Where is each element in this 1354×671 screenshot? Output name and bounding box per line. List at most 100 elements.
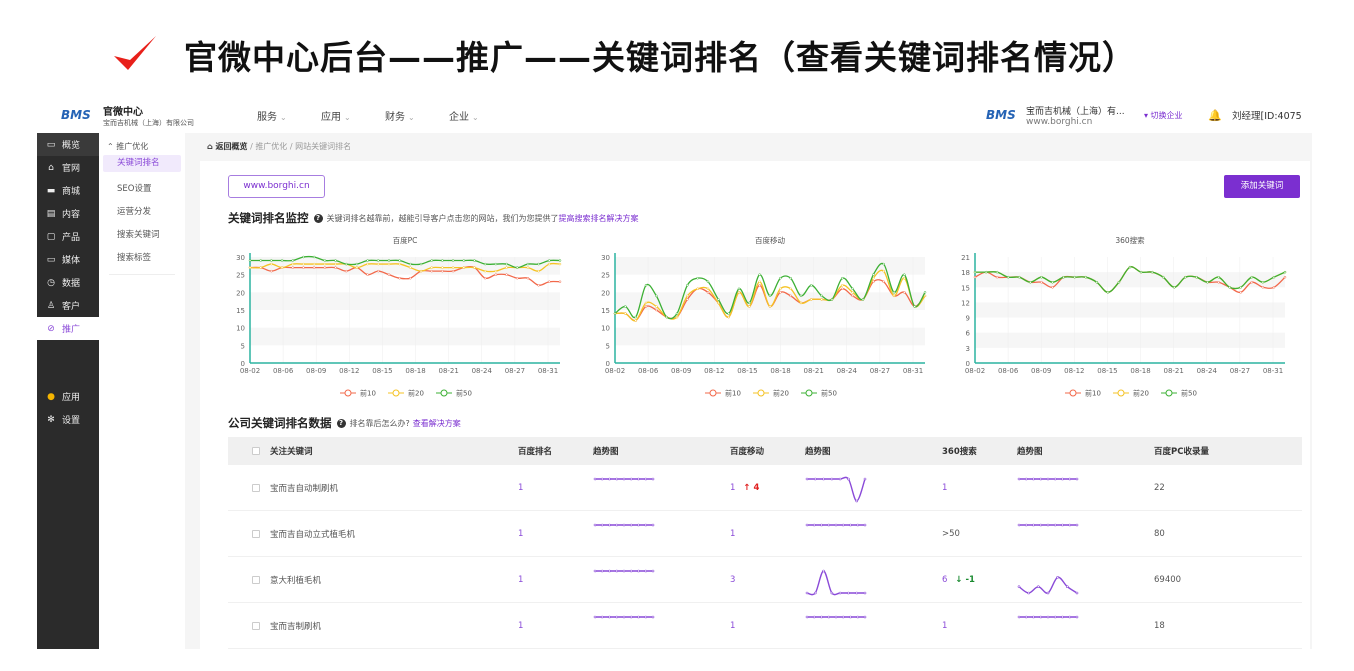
x-tick-label: 08-12 [1064,367,1084,375]
x-tick-label: 08-31 [903,367,923,375]
sidebar-item-overview[interactable]: ▭ 概览 [37,133,99,156]
keyword-cell: 宝而吉制刷机 [228,620,518,632]
nav-enterprise[interactable]: 企业 ⌄ [449,108,513,123]
help-icon[interactable]: ? [313,213,323,223]
sidebar-item-website[interactable]: ⌂ 官网 [37,156,99,179]
x-tick-label: 08-06 [998,367,1019,375]
breadcrumb-home[interactable]: ⌂ 返回概览 [207,142,248,151]
data-point [655,305,658,308]
view-solution-link[interactable]: 查看解决方案 [413,418,461,429]
data-point [483,276,487,280]
data-point [1018,275,1021,279]
data-point [1051,280,1054,284]
x-tick-label: 08-21 [803,367,823,375]
data-point [248,259,252,262]
row-checkbox[interactable] [252,529,260,538]
nav-apps[interactable]: 应用 ⌄ [321,108,385,123]
x-tick-label: 08-09 [671,367,691,375]
x-tick-label: 08-02 [240,367,260,375]
data-point [462,266,466,269]
bms-logo[interactable]: BMS [61,108,101,122]
mobile-trend [805,517,942,551]
data-point [841,284,844,287]
promotion-icon: ⊘ [47,323,55,334]
y-tick-label: 15 [961,284,970,292]
y-tick-label: 30 [601,254,610,262]
data-point [1261,280,1265,284]
sidebar-item-settings[interactable]: ✻ 设置 [37,408,99,431]
data-point [1128,265,1132,269]
sidebar-item-promotion[interactable]: ⊘ 推广 [37,317,99,340]
row-checkbox[interactable] [252,575,260,584]
top-nav: 服务 ⌄ 应用 ⌄ 财务 ⌄ 企业 ⌄ [257,108,513,123]
sidebar-item-media[interactable]: ▭ 媒体 [37,248,99,271]
y-tick-label: 30 [236,254,245,262]
data-point [291,262,295,266]
y-tick-label: 5 [241,342,245,350]
bell-icon[interactable]: 🔔 [1208,109,1232,122]
data-point [270,259,273,262]
improve-ranking-link[interactable]: 提高搜索排名解决方案 [559,213,639,224]
nav-service[interactable]: 服务 ⌄ [257,108,321,123]
breadcrumb-promotion[interactable]: 推广优化 [255,142,287,151]
subnav-search-tags[interactable]: 搜索标签 [99,247,185,270]
data-point [1239,286,1242,289]
data-point [312,262,316,266]
data-point [387,262,391,266]
x-tick-label: 08-15 [1097,367,1117,375]
sidebar-item-customer[interactable]: ♙ 客户 [37,294,99,317]
row-checkbox[interactable] [252,483,260,492]
data-point [841,287,844,291]
data-point [483,262,487,266]
y-tick-label: 9 [966,315,970,323]
y-tick-label: 15 [601,307,610,315]
data-point [366,262,369,266]
subnav-distribution[interactable]: 运营分发 [99,201,185,224]
baidu-trend [593,517,730,551]
x-tick-label: 08-24 [837,367,858,375]
data-point [451,266,455,269]
subnav-keyword-ranking[interactable]: 关键词排名 [103,155,181,172]
data-point [1283,270,1287,274]
settings-icon: ✻ [47,414,55,425]
data-point [473,266,476,269]
site-selector-button[interactable]: www.borghi.cn [228,175,325,198]
subnav-search-keywords[interactable]: 搜索关键词 [99,224,185,247]
brand-subtitle: 宝而吉机械（上海）有限公司 [103,118,194,127]
subnav-seo-settings[interactable]: SEO设置 [99,178,185,201]
sidebar-item-shop[interactable]: ▬ 商城 [37,179,99,202]
data-point [1051,286,1054,289]
x-tick-label: 08-24 [1197,367,1218,375]
sidebar-item-data[interactable]: ◷ 数据 [37,271,99,294]
x-tick-label: 08-12 [339,367,359,375]
svg-text:前20: 前20 [773,389,789,398]
data-point [344,262,348,266]
data-point [344,269,348,273]
data-point [686,294,689,298]
mobile-rank: 3 [730,574,736,585]
pc-index-count: 80 [1154,528,1165,539]
select-all-checkbox[interactable] [252,447,260,455]
checkmark-icon [114,36,156,70]
sidebar-item-content[interactable]: ▤ 内容 [37,202,99,225]
data-point [1250,275,1254,279]
data-point [706,291,710,294]
data-point [686,298,689,301]
data-point [483,269,487,273]
add-keyword-button[interactable]: 添加关键词 [1224,175,1300,198]
nav-finance[interactable]: 财务 ⌄ [385,108,449,123]
data-point [323,259,327,262]
sidebar-item-product[interactable]: ▢ 产品 [37,225,99,248]
subnav-group[interactable]: ⌃ 推广优化 [99,133,185,155]
subnav-divider [109,274,175,275]
data-point [768,305,772,308]
switch-enterprise-link[interactable]: ▾ 切换企业 [1144,110,1208,121]
row-checkbox[interactable] [252,621,260,630]
help-icon[interactable]: ? [336,418,346,428]
data-point [558,259,562,262]
user-menu[interactable]: 刘经理[ID:4075 [1232,108,1312,122]
svg-text:前10: 前10 [1085,389,1101,398]
data-point [644,301,648,305]
sidebar-item-apps[interactable]: ● 应用 [37,385,99,408]
pc-index-count: 18 [1154,620,1165,631]
